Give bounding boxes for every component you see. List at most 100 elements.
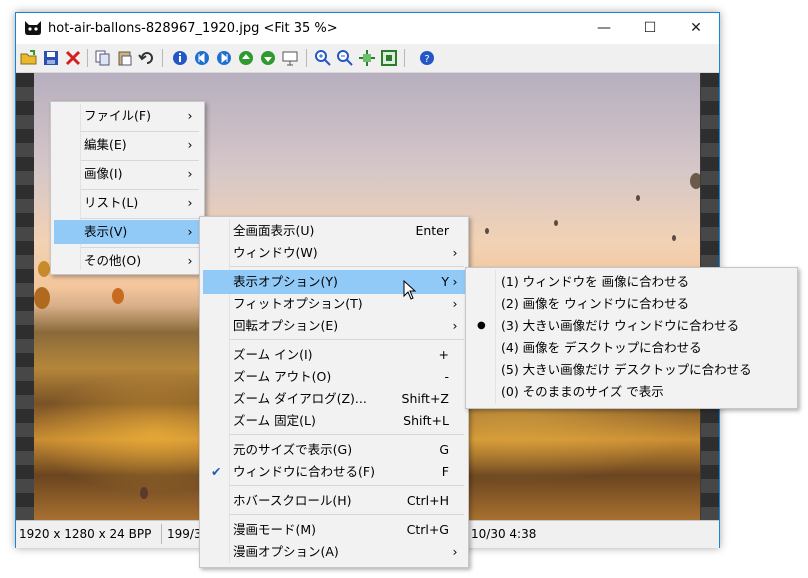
display-option-label: (2) 画像を ウィンドウに合わせる — [501, 296, 690, 311]
fullscreen-icon[interactable] — [380, 49, 398, 67]
check-icon: ✔ — [211, 464, 222, 479]
submenu-arrow-icon: › — [187, 137, 193, 152]
menu-item-0[interactable]: ファイル(F) › — [54, 104, 201, 128]
menu-item-5[interactable]: その他(O) › — [54, 249, 201, 273]
menu-separator — [81, 131, 199, 132]
submenu-arrow-icon: › — [187, 195, 193, 210]
toolbar-separator — [404, 49, 405, 67]
view-menu-item-0[interactable]: 全画面表示(U) Enter — [203, 219, 465, 243]
view-menu-item-12[interactable]: 漫画モード(M) Ctrl+G — [203, 518, 465, 542]
view-menu-item-label: ウィンドウに合わせる(F) — [233, 464, 375, 479]
cat-icon — [25, 21, 41, 35]
view-menu-item-8[interactable]: ズーム 固定(L) Shift+L — [203, 409, 465, 433]
view-menu-item-11[interactable]: ホバースクロール(H) Ctrl+H — [203, 489, 465, 513]
view-menu-item-label: ズーム 固定(L) — [233, 413, 316, 428]
slideshow-icon[interactable] — [281, 49, 299, 67]
undo-icon[interactable] — [138, 49, 156, 67]
submenu-arrow-icon: › — [452, 318, 458, 333]
prev-icon[interactable] — [237, 49, 255, 67]
view-submenu: 全画面表示(U) Enter ウィンドウ(W) › 表示オプション(Y) Y › フィットオプ… — [199, 216, 469, 568]
zoom-out-icon[interactable] — [336, 49, 354, 67]
view-menu-item-label: フィットオプション(T) — [233, 296, 363, 311]
shortcut-label: Ctrl+H — [406, 493, 449, 508]
film-strip-left — [16, 73, 34, 520]
paste-icon[interactable] — [116, 49, 134, 67]
help-icon[interactable]: ? — [418, 49, 436, 67]
display-options-submenu: (1) ウィンドウを 画像に合わせる (2) 画像を ウィンドウに合わせる ● (3)… — [465, 267, 798, 409]
next-icon[interactable] — [259, 49, 277, 67]
display-option-item-5[interactable]: (0) そのままのサイズ で表示 — [469, 380, 794, 404]
menu-separator — [230, 434, 464, 435]
shortcut-label: - — [444, 369, 449, 384]
view-menu-item-5[interactable]: ズーム イン(I) + — [203, 343, 465, 367]
shortcut-label: Ctrl+G — [406, 522, 449, 537]
toolbar: ? — [16, 44, 719, 73]
submenu-arrow-icon: › — [452, 245, 458, 260]
menu-separator — [230, 266, 464, 267]
mouse-cursor-icon — [403, 280, 417, 300]
copy-icon[interactable] — [94, 49, 112, 67]
view-menu-item-7[interactable]: ズーム ダイアログ(Z)... Shift+Z — [203, 387, 465, 411]
menu-item-3[interactable]: リスト(L) › — [54, 191, 201, 215]
menu-item-label: 表示(V) — [84, 224, 128, 239]
delete-icon[interactable] — [64, 49, 82, 67]
window-title: hot-air-ballons-828967_1920.jpg <Fit 35 … — [48, 21, 338, 36]
save-icon[interactable] — [42, 49, 60, 67]
menu-gutter — [80, 104, 81, 270]
menu-item-1[interactable]: 編集(E) › — [54, 133, 201, 157]
view-menu-item-label: 表示オプション(Y) — [233, 274, 338, 289]
menu-item-2[interactable]: 画像(I) › — [54, 162, 201, 186]
maximize-button[interactable]: ☐ — [627, 13, 673, 44]
menu-separator — [81, 189, 199, 190]
view-menu-item-1[interactable]: ウィンドウ(W) › — [203, 241, 465, 265]
last-icon[interactable] — [215, 49, 233, 67]
view-menu-item-label: 全画面表示(U) — [233, 223, 315, 238]
status-separator — [161, 524, 162, 544]
submenu-arrow-icon: › — [452, 274, 458, 289]
menu-item-label: 画像(I) — [84, 166, 123, 181]
close-button[interactable]: ✕ — [673, 13, 719, 44]
view-menu-item-label: ズーム ダイアログ(Z)... — [233, 391, 367, 406]
info-icon[interactable] — [171, 49, 189, 67]
toolbar-separator — [87, 49, 88, 67]
menu-item-label: その他(O) — [84, 253, 142, 268]
menu-item-label: ファイル(F) — [84, 108, 151, 123]
menu-item-label: 編集(E) — [84, 137, 127, 152]
minimize-button[interactable]: — — [581, 13, 627, 44]
shortcut-label: Shift+Z — [401, 391, 449, 406]
view-menu-item-label: 漫画モード(M) — [233, 522, 317, 537]
radio-bullet-icon: ● — [477, 320, 486, 331]
context-menu: ファイル(F) › 編集(E) › 画像(I) › リスト(L) › 表示(V) › その他(O) › — [50, 101, 205, 275]
view-menu-item-label: 元のサイズで表示(G) — [233, 442, 353, 457]
view-menu-item-9[interactable]: 元のサイズで表示(G) G — [203, 438, 465, 462]
view-menu-item-13[interactable]: 漫画オプション(A) › — [203, 540, 465, 564]
menu-item-label: リスト(L) — [84, 195, 139, 210]
view-menu-item-4[interactable]: 回転オプション(E) › — [203, 314, 465, 338]
view-menu-item-6[interactable]: ズーム アウト(O) - — [203, 365, 465, 389]
shortcut-label: + — [438, 347, 449, 362]
svg-text:?: ? — [424, 54, 429, 65]
display-option-item-0[interactable]: (1) ウィンドウを 画像に合わせる — [469, 270, 794, 294]
view-menu-item-3[interactable]: フィットオプション(T) › — [203, 292, 465, 316]
submenu-arrow-icon: › — [452, 544, 458, 559]
view-menu-item-2[interactable]: 表示オプション(Y) Y › — [203, 270, 465, 294]
open-folder-icon[interactable] — [20, 49, 38, 67]
first-icon[interactable] — [193, 49, 211, 67]
zoom-in-icon[interactable] — [314, 49, 332, 67]
display-option-item-3[interactable]: (4) 画像を デスクトップに合わせる — [469, 336, 794, 360]
submenu-arrow-icon: › — [187, 166, 193, 181]
title-bar[interactable]: hot-air-ballons-828967_1920.jpg <Fit 35 … — [16, 13, 719, 44]
display-option-label: (3) 大きい画像だけ ウィンドウに合わせる — [501, 318, 740, 333]
fit-icon[interactable] — [358, 49, 376, 67]
status-file-index: 199/3 — [167, 527, 202, 541]
submenu-arrow-icon: › — [452, 296, 458, 311]
submenu-arrow-icon: › — [187, 108, 193, 123]
toolbar-separator — [306, 49, 307, 67]
view-menu-item-10[interactable]: ✔ ウィンドウに合わせる(F) F — [203, 460, 465, 484]
display-option-item-1[interactable]: (2) 画像を ウィンドウに合わせる — [469, 292, 794, 316]
display-option-item-2[interactable]: ● (3) 大きい画像だけ ウィンドウに合わせる — [469, 314, 794, 338]
display-option-label: (5) 大きい画像だけ デスクトップに合わせる — [501, 362, 752, 377]
shortcut-label: G — [439, 442, 449, 457]
menu-item-4[interactable]: 表示(V) › — [54, 220, 201, 244]
display-option-item-4[interactable]: (5) 大きい画像だけ デスクトップに合わせる — [469, 358, 794, 382]
